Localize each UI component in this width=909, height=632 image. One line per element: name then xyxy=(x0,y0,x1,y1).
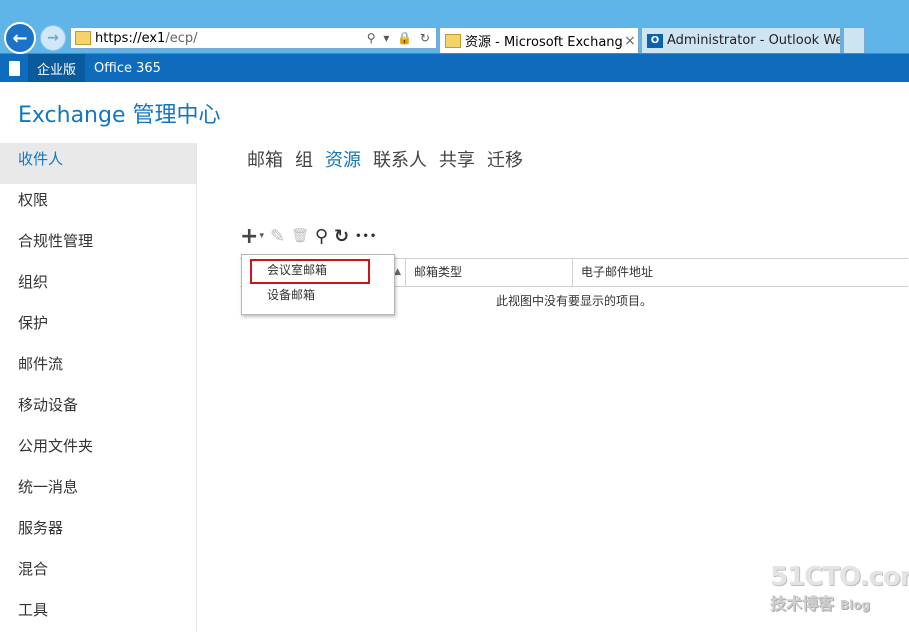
address-bar[interactable]: https://ex1/ecp/ ⚲ ▾ 🔒 ↻ xyxy=(70,27,437,49)
search-button[interactable]: ⚲ xyxy=(315,226,328,247)
tab-resources[interactable]: 资源 xyxy=(325,146,361,172)
add-dropdown-menu: 会议室邮箱 设备邮箱 xyxy=(241,254,395,315)
browser-toolbar: ← → https://ex1/ecp/ ⚲ ▾ 🔒 ↻ 资源 - Micros… xyxy=(0,0,909,54)
trash-icon: 🗑 xyxy=(291,228,309,244)
arrow-right-icon: → xyxy=(47,30,59,46)
sidebar-item-mail-flow[interactable]: 邮件流 xyxy=(0,348,196,389)
sidebar-item-tools[interactable]: 工具 xyxy=(0,594,196,632)
sidebar-item-hybrid[interactable]: 混合 xyxy=(0,553,196,594)
chevron-down-icon: ▾ xyxy=(259,231,264,241)
url-host: https://ex1 xyxy=(95,30,166,46)
sidebar-item-protection[interactable]: 保护 xyxy=(0,307,196,348)
office-logo-icon[interactable] xyxy=(0,54,28,82)
delete-button[interactable]: 🗑 xyxy=(291,228,309,244)
tab-outlook[interactable]: O Administrator - Outlook We... xyxy=(641,27,841,53)
site-favicon-icon xyxy=(75,31,91,45)
office-link-office365[interactable]: Office 365 xyxy=(85,54,170,82)
office-bar: 企业版 Office 365 xyxy=(0,54,909,82)
page-title: Exchange 管理中心 xyxy=(18,103,221,128)
top-nav: 邮箱 组 资源 联系人 共享 迁移 xyxy=(247,146,523,172)
menu-item-equipment-mailbox[interactable]: 设备邮箱 xyxy=(242,285,394,307)
search-icon: ⚲ xyxy=(314,225,329,247)
exchange-favicon-icon xyxy=(445,33,461,48)
tab-contacts[interactable]: 联系人 xyxy=(373,146,427,172)
tab-close-icon[interactable]: × xyxy=(622,33,638,49)
plus-icon: + xyxy=(240,223,259,249)
more-button[interactable]: ••• xyxy=(355,231,377,242)
refresh-button[interactable]: ↻ xyxy=(334,226,349,247)
arrow-left-icon: ← xyxy=(12,27,28,49)
sidebar-item-compliance[interactable]: 合规性管理 xyxy=(0,225,196,266)
url-path: /ecp/ xyxy=(165,30,198,46)
tab-label: 资源 - Microsoft Exchange xyxy=(465,35,622,50)
sidebar-item-mobile[interactable]: 移动设备 xyxy=(0,389,196,430)
address-url[interactable]: https://ex1/ecp/ xyxy=(95,31,367,46)
tab-groups[interactable]: 组 xyxy=(295,146,313,172)
sidebar-item-recipients[interactable]: 收件人 xyxy=(0,143,196,184)
watermark: 51CTO.com 技术博客Blog xyxy=(770,562,909,622)
column-mailbox-type[interactable]: 邮箱类型 xyxy=(406,259,573,286)
sidebar-item-servers[interactable]: 服务器 xyxy=(0,512,196,553)
outlook-icon: O xyxy=(647,33,663,48)
sidebar-item-public-folders[interactable]: 公用文件夹 xyxy=(0,430,196,471)
toolbar: + ▾ ✎ 🗑 ⚲ ↻ ••• xyxy=(240,224,377,249)
sidebar-item-organization[interactable]: 组织 xyxy=(0,266,196,307)
address-bar-icons[interactable]: ⚲ ▾ 🔒 ↻ xyxy=(367,31,436,45)
column-email-address[interactable]: 电子邮件地址 xyxy=(573,259,908,286)
pencil-icon: ✎ xyxy=(269,225,286,247)
tab-resources[interactable]: 资源 - Microsoft Exchange × xyxy=(439,27,639,53)
sidebar: 收件人 权限 合规性管理 组织 保护 邮件流 移动设备 公用文件夹 统一消息 服… xyxy=(0,143,197,632)
sidebar-item-permissions[interactable]: 权限 xyxy=(0,184,196,225)
back-button[interactable]: ← xyxy=(4,22,36,54)
menu-item-room-mailbox[interactable]: 会议室邮箱 xyxy=(242,259,394,284)
sort-ascending-icon: ▲ xyxy=(394,267,401,277)
watermark-brand: 51CTO.com xyxy=(770,562,909,592)
sidebar-item-unified-messaging[interactable]: 统一消息 xyxy=(0,471,196,512)
tab-label: Administrator - Outlook We... xyxy=(667,33,840,48)
tab-mailboxes[interactable]: 邮箱 xyxy=(247,146,283,172)
watermark-sub: 技术博客 Blog xyxy=(770,594,871,613)
tab-migration[interactable]: 迁移 xyxy=(487,146,523,172)
more-icon: ••• xyxy=(355,230,378,242)
edit-button[interactable]: ✎ xyxy=(270,226,285,247)
new-tab-button[interactable] xyxy=(843,27,865,53)
tab-shared[interactable]: 共享 xyxy=(439,146,475,172)
office-link-enterprise[interactable]: 企业版 xyxy=(28,54,86,82)
add-button[interactable]: + ▾ xyxy=(240,224,264,249)
refresh-icon: ↻ xyxy=(334,225,350,247)
forward-button[interactable]: → xyxy=(40,25,66,51)
